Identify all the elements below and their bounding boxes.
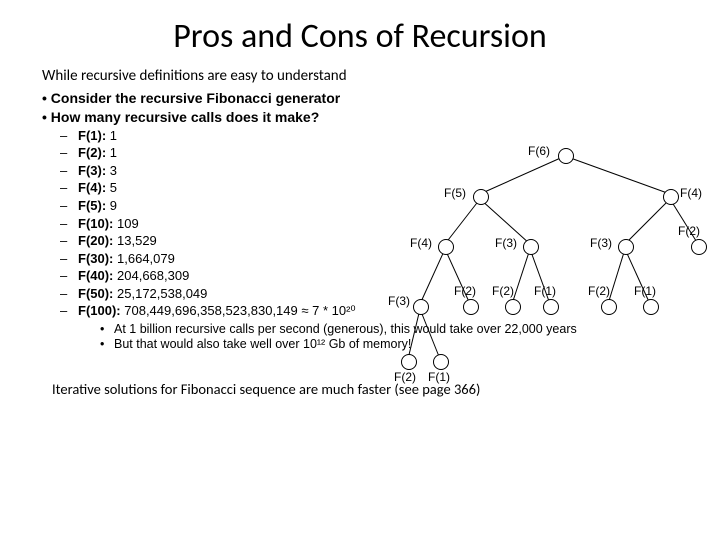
fn-label: F(10): bbox=[78, 215, 113, 233]
fn-label: F(2): bbox=[78, 144, 106, 162]
fn-value: 1 bbox=[110, 127, 117, 145]
tree-node bbox=[433, 354, 449, 370]
tree-label: F(3) bbox=[388, 294, 410, 308]
tree-label: F(2) bbox=[492, 284, 514, 298]
tree-node bbox=[473, 189, 489, 205]
tree-node bbox=[505, 299, 521, 315]
fn-label: F(1): bbox=[78, 127, 106, 145]
fn-label: F(3): bbox=[78, 162, 106, 180]
note-text: But that would also take well over 10¹² … bbox=[114, 337, 411, 352]
fn-value: 9 bbox=[110, 197, 117, 215]
bullet-howmany-text: How many recursive calls does it make? bbox=[51, 109, 319, 125]
fn-label: F(4): bbox=[78, 179, 106, 197]
tree-label: F(4) bbox=[680, 186, 702, 200]
tree-node bbox=[643, 299, 659, 315]
fn-value: 3 bbox=[110, 162, 117, 180]
fn-value: 1 bbox=[110, 144, 117, 162]
fn-label: F(30): bbox=[78, 250, 113, 268]
fn-label: F(50): bbox=[78, 285, 113, 303]
tree-label: F(3) bbox=[590, 236, 612, 250]
tree-node bbox=[691, 239, 707, 255]
fn-value: 109 bbox=[117, 215, 139, 233]
fn-value: 25,172,538,049 bbox=[117, 285, 207, 303]
tree-label: F(6) bbox=[528, 144, 550, 158]
tree-label: F(4) bbox=[410, 236, 432, 250]
recursion-tree-diagram: F(6) F(5) F(4) F(4) F(3) F(3) F(2) F(3) … bbox=[400, 144, 710, 394]
tree-label: F(2) bbox=[678, 224, 700, 238]
fn-label: F(40): bbox=[78, 267, 113, 285]
fn-label: F(20): bbox=[78, 232, 113, 250]
bullet-consider-text: Consider the recursive Fibonacci generat… bbox=[51, 90, 340, 106]
tree-label: F(2) bbox=[394, 370, 416, 384]
tree-node bbox=[463, 299, 479, 315]
fn-value: 204,668,309 bbox=[117, 267, 189, 285]
tree-label: F(3) bbox=[495, 236, 517, 250]
tree-node bbox=[413, 299, 429, 315]
tree-label: F(1) bbox=[534, 284, 556, 298]
page-title: Pros and Cons of Recursion bbox=[0, 16, 720, 57]
bullet-consider: • Consider the recursive Fibonacci gener… bbox=[42, 89, 720, 108]
tree-node bbox=[543, 299, 559, 315]
list-item: –F(1): 1 bbox=[60, 127, 720, 145]
tree-label: F(1) bbox=[428, 370, 450, 384]
fn-label: F(100): bbox=[78, 302, 121, 320]
tree-node bbox=[558, 148, 574, 164]
fn-value: 13,529 bbox=[117, 232, 157, 250]
tree-label: F(5) bbox=[444, 186, 466, 200]
tree-node bbox=[523, 239, 539, 255]
tree-node bbox=[401, 354, 417, 370]
tree-node bbox=[601, 299, 617, 315]
fn-label: F(5): bbox=[78, 197, 106, 215]
tree-node bbox=[618, 239, 634, 255]
tree-node bbox=[663, 189, 679, 205]
fn-value: 1,664,079 bbox=[117, 250, 175, 268]
tree-node bbox=[438, 239, 454, 255]
tree-label: F(1) bbox=[634, 284, 656, 298]
fn-value: 708,449,696,358,523,830,149 ≈ 7 * 10²⁰ bbox=[124, 302, 355, 320]
subtitle-text: While recursive definitions are easy to … bbox=[42, 67, 720, 85]
bullet-howmany: • How many recursive calls does it make? bbox=[42, 108, 720, 127]
tree-label: F(2) bbox=[454, 284, 476, 298]
tree-label: F(2) bbox=[588, 284, 610, 298]
fn-value: 5 bbox=[110, 179, 117, 197]
